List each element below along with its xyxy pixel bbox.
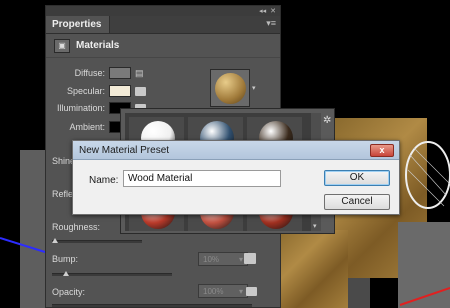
panel-menu-icon[interactable]: ▾≡ bbox=[262, 18, 280, 33]
wood-sphere-icon bbox=[215, 73, 246, 104]
bump-label: Bump: bbox=[52, 254, 79, 264]
bump-value-field[interactable]: 10% ▾ bbox=[198, 252, 248, 266]
diffuse-label: Diffuse: bbox=[74, 68, 105, 78]
bump-value: 10% bbox=[203, 254, 220, 264]
roughness-label: Roughness: bbox=[52, 222, 101, 232]
cancel-button[interactable]: Cancel bbox=[324, 194, 390, 210]
specular-swatch[interactable] bbox=[109, 85, 131, 97]
panel-tabbar: Properties ▾≡ bbox=[46, 16, 280, 34]
bump-slider[interactable] bbox=[52, 273, 172, 276]
chevron-down-icon[interactable]: ▾ bbox=[252, 84, 256, 92]
opacity-value-field[interactable]: 100% ▾ bbox=[198, 284, 248, 298]
dialog-titlebar: New Material Preset x bbox=[73, 141, 399, 160]
illumination-label: Illumination: bbox=[56, 103, 105, 113]
panel-topbar: ◂◂ ✕ bbox=[46, 6, 280, 16]
opacity-label: Opacity: bbox=[52, 287, 86, 297]
diffuse-swatch[interactable] bbox=[109, 67, 131, 79]
ok-button[interactable]: OK bbox=[324, 170, 390, 186]
diffuse-row: Diffuse: ▤ bbox=[52, 67, 144, 79]
material-preview-swatch[interactable] bbox=[210, 69, 250, 107]
dialog-title: New Material Preset bbox=[79, 144, 170, 156]
tab-properties[interactable]: Properties bbox=[46, 16, 111, 33]
folder-icon[interactable] bbox=[246, 287, 257, 296]
collapse-icon[interactable]: ◂◂ bbox=[259, 7, 266, 15]
folder-icon[interactable] bbox=[135, 86, 146, 96]
close-button[interactable]: x bbox=[370, 143, 394, 157]
texture-menu-icon[interactable]: ▤ bbox=[135, 68, 144, 79]
texture-menu-icon[interactable] bbox=[244, 253, 256, 264]
materials-section-header: ▣ Materials bbox=[46, 34, 280, 58]
ambient-label: Ambient: bbox=[69, 122, 105, 132]
chevron-down-icon[interactable]: ▾ bbox=[313, 222, 317, 230]
specular-label: Specular: bbox=[66, 86, 105, 96]
specular-row: Specular: bbox=[52, 85, 146, 97]
roughness-slider[interactable] bbox=[52, 240, 142, 243]
close-icon[interactable]: ✕ bbox=[270, 7, 276, 15]
name-input[interactable] bbox=[123, 170, 281, 187]
section-title: Materials bbox=[76, 40, 120, 51]
chevron-down-icon: ▾ bbox=[238, 286, 243, 296]
opacity-value: 100% bbox=[203, 286, 224, 296]
name-label: Name: bbox=[89, 175, 119, 186]
bump-slider-thumb[interactable] bbox=[63, 271, 70, 276]
opacity-slider[interactable] bbox=[52, 304, 252, 307]
gear-icon[interactable]: ✲ bbox=[323, 115, 331, 126]
roughness-slider-thumb[interactable] bbox=[52, 238, 58, 243]
chevron-down-icon: ▾ bbox=[238, 254, 243, 264]
new-material-preset-dialog: New Material Preset x Name: OK Cancel bbox=[72, 140, 400, 215]
materials-icon[interactable]: ▣ bbox=[54, 38, 70, 53]
